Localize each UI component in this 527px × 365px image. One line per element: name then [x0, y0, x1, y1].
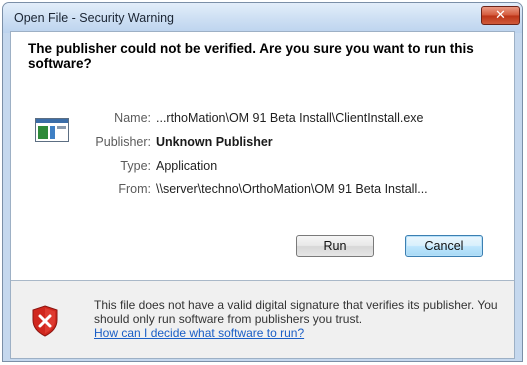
cancel-button[interactable]: Cancel: [405, 235, 483, 257]
name-value: ...rthoMation\OM 91 Beta Install\ClientI…: [156, 111, 424, 125]
run-button[interactable]: Run: [296, 235, 374, 257]
warning-message: This file does not have a valid digital …: [94, 298, 504, 340]
publisher-label: Publisher:: [95, 135, 151, 149]
help-link[interactable]: How can I decide what software to run?: [94, 326, 504, 340]
from-label: From:: [118, 182, 151, 196]
publisher-value: Unknown Publisher: [156, 135, 273, 149]
type-label: Type:: [120, 159, 151, 173]
title-bar[interactable]: Open File - Security Warning ✕: [3, 3, 522, 33]
close-button[interactable]: ✕: [481, 6, 520, 25]
type-value: Application: [156, 159, 218, 173]
warning-headline: The publisher could not be verified. Are…: [28, 41, 474, 71]
name-label: Name:: [114, 111, 151, 125]
warning-panel: This file does not have a valid digital …: [11, 281, 514, 358]
from-value: \\server\techno\OrthoMation\OM 91 Beta I…: [156, 182, 428, 196]
window-title: Open File - Security Warning: [14, 11, 175, 25]
security-shield-x-icon: [32, 305, 58, 337]
dialog-body: The publisher could not be verified. Are…: [10, 31, 515, 359]
security-warning-window: Open File - Security Warning ✕ The publi…: [2, 2, 523, 362]
warning-text: This file does not have a valid digital …: [94, 298, 498, 326]
close-icon: ✕: [495, 8, 506, 23]
